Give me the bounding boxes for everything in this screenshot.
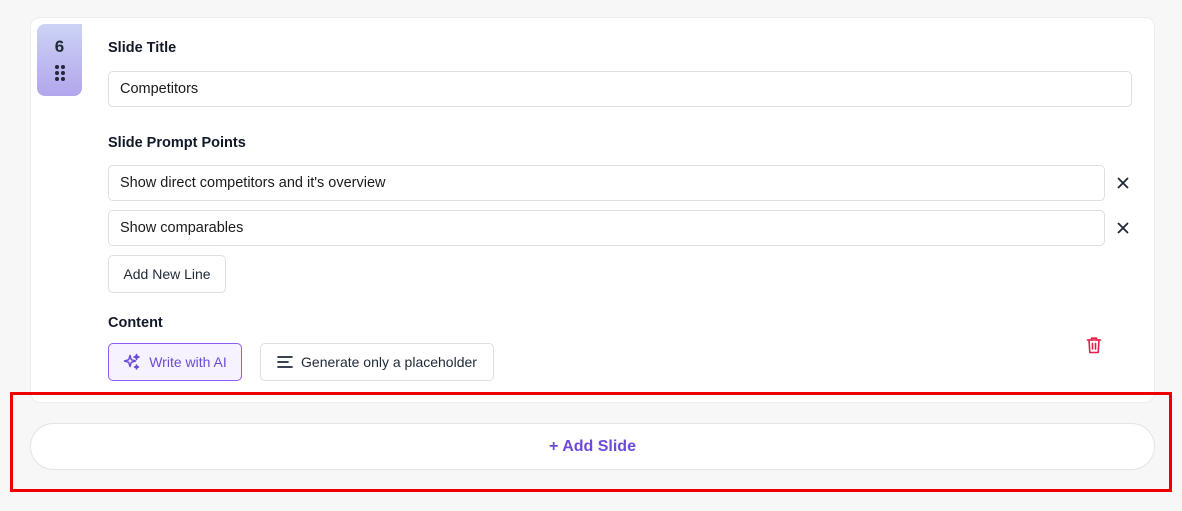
content-label: Content bbox=[108, 315, 163, 331]
close-icon[interactable] bbox=[1114, 174, 1132, 192]
add-slide-button[interactable]: + Add Slide bbox=[30, 423, 1155, 470]
write-with-ai-label: Write with AI bbox=[149, 354, 227, 370]
slide-title-input[interactable]: Competitors bbox=[108, 71, 1132, 107]
write-with-ai-button[interactable]: Write with AI bbox=[108, 343, 242, 381]
sparkles-icon bbox=[123, 353, 141, 371]
drag-handle-icon[interactable] bbox=[54, 64, 66, 87]
prompt-point-input[interactable]: Show direct competitors and it's overvie… bbox=[108, 165, 1105, 201]
prompt-points-label: Slide Prompt Points bbox=[108, 135, 246, 151]
slide-number-badge[interactable]: 6 bbox=[37, 24, 82, 96]
slide-title-label: Slide Title bbox=[108, 40, 177, 56]
slide-number: 6 bbox=[54, 37, 65, 56]
generate-placeholder-label: Generate only a placeholder bbox=[301, 354, 477, 370]
close-icon[interactable] bbox=[1114, 219, 1132, 237]
trash-icon[interactable] bbox=[1085, 335, 1103, 355]
add-new-line-button[interactable]: Add New Line bbox=[108, 255, 226, 293]
align-left-icon bbox=[277, 355, 293, 369]
prompt-point-input[interactable]: Show comparables bbox=[108, 210, 1105, 246]
generate-placeholder-button[interactable]: Generate only a placeholder bbox=[260, 343, 494, 381]
